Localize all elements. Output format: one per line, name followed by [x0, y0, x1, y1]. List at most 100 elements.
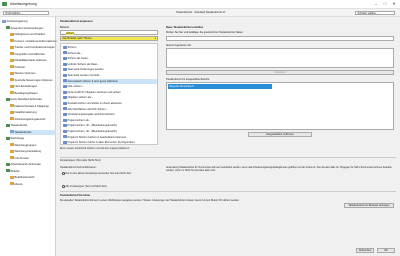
- tree-item[interactable]: Spezielle Neuerungen-Optionen: [10, 78, 56, 84]
- tree-item[interactable]: Fangraffen und Hilfslinien: [10, 52, 56, 58]
- shortcut-row[interactable]: Strg+Alt+Umschalt+S: [168, 84, 272, 89]
- tree-item-label: Pulinoter: [14, 65, 26, 69]
- tree-item-label: Arbeitsbereich-Schemata: [10, 163, 41, 166]
- tree-item-label: Weitere Optionen: [14, 72, 36, 75]
- search-icon: ⌕: [62, 31, 64, 36]
- tree-item[interactable]: Werkzeug-Darstellung: [10, 149, 56, 155]
- command-label: Sichern: [67, 46, 77, 49]
- command-list[interactable]: Sichern Sichern als... Sichern als Kopie..…: [60, 43, 158, 145]
- command-label: Objekten sichern als...: [67, 96, 94, 100]
- command-item[interactable]: Projekt sichern, ID... (Bearbeitungsansi…: [63, 129, 157, 134]
- command-item[interactable]: Teamwork-Änderungen senden: [63, 67, 157, 72]
- minimize-icon[interactable]: –: [372, 1, 380, 7]
- command-item[interactable]: Automatisch sichern & auf Layout platzie…: [63, 78, 157, 84]
- assign-button[interactable]: Zuweisen: [166, 70, 394, 75]
- command-label: Projekt sichern, ID... (Bearbeitungsansi…: [67, 130, 117, 133]
- folder-icon: [6, 136, 10, 140]
- sort-combo[interactable]: Alle Befehle nach Thema ▾: [60, 36, 158, 41]
- command-icon: [63, 85, 67, 88]
- command-icon: [63, 68, 67, 72]
- command-item[interactable]: Alle Oberflächen als DXF sichern...: [63, 107, 157, 112]
- center-combo[interactable]: Tastaturkürzel - Standard Tastaturkürzel…: [155, 11, 245, 16]
- tree-item[interactable]: Arbeitsbereich-Schemata: [6, 162, 56, 168]
- tree-item[interactable]: Tastaturkürzel: [6, 123, 56, 129]
- folder-icon: [10, 65, 14, 69]
- tree-item[interactable]: Anwender-Voreinstellungen: [6, 26, 56, 32]
- new-shortcut-label: Neue Tastaturkürzel erstellen: [166, 26, 204, 29]
- shortcut-entry-field[interactable]: [166, 36, 394, 41]
- radio-unselected[interactable]: [62, 185, 65, 188]
- app-icon: [2, 2, 7, 6]
- command-item[interactable]: Auswahl sichern und Zeilen im Zoom aktiv…: [63, 101, 157, 106]
- command-item[interactable]: Teamwork senden mit Notiz...: [63, 73, 157, 78]
- command-item[interactable]: Neue GUID für Objekten zeichnen und sich…: [63, 90, 157, 95]
- command-description: Einen neuen Ausschnitt sichern und auf d…: [60, 147, 130, 150]
- window-types-description: Anwendung Tastaturkürzel für Text-Fenste…: [166, 166, 392, 173]
- tree-item[interactable]: Weitere Optionen: [10, 71, 56, 77]
- command-item[interactable]: Projekt sichern, ID... (Bearbeitungsansi…: [63, 123, 157, 128]
- tree-item-label: Bestätigungsfragen: [14, 91, 38, 95]
- shortcuts-list[interactable]: Strg+Alt+Umschalt+S: [166, 82, 394, 130]
- tree-item[interactable]: Info-Fenster: [10, 156, 56, 162]
- radio-selected[interactable]: [62, 172, 65, 175]
- command-label: Sichern als...: [67, 51, 83, 55]
- tree-item[interactable]: Reno-Standard-Schemata: [6, 97, 56, 103]
- tree-item[interactable]: Kontext- und Elementinformationen: [10, 39, 57, 45]
- folder-icon: [10, 39, 14, 43]
- profile-combo[interactable]: Profil wählen ...: [3, 10, 49, 15]
- command-item[interactable]: Sichern: [63, 45, 157, 50]
- folder-icon: [10, 58, 14, 62]
- tree-item[interactable]: Arbeitsumgebungsansicht: [10, 117, 56, 123]
- settings-tree: Arbeitsumgebung Anwender-Voreinstellungen…: [0, 17, 57, 256]
- command-item[interactable]: Projekt & Sichern Farben in bearbeitbare…: [63, 135, 157, 140]
- command-icon: [63, 141, 67, 144]
- command-item[interactable]: Sichern als Kopie...: [63, 56, 157, 61]
- command-item[interactable]: Hotlinks Sichern als Datei...: [63, 62, 157, 67]
- command-item[interactable]: Objekten sichern als...: [63, 95, 157, 100]
- new-shortcut-hint: Klicken Sie hier und betätigen die gewün…: [166, 31, 243, 34]
- radio-all-windows[interactable]: Alle Fenstertypen (Text und Nicht-Text): [62, 185, 160, 188]
- switch-combo[interactable]: Schalter wählen ...: [355, 10, 395, 15]
- command-item[interactable]: Sichern als...: [63, 51, 157, 56]
- command-item[interactable]: GDL sichern...: [63, 84, 157, 89]
- tree-item[interactable]: Tracker und Koordinatenanzeigen: [10, 45, 56, 51]
- divider: [60, 191, 396, 192]
- shortcuts-label: Tastaturkürzel für ausgewählte Befehle:: [166, 78, 210, 81]
- tree-item[interactable]: Befehle: [6, 169, 56, 175]
- show-in-browser-button[interactable]: Tastaturkürzel im Browser anzeigen: [344, 203, 394, 208]
- radio-label-2: Alle Fenstertypen (Text und Nicht-Text): [65, 185, 107, 188]
- tree-item[interactable]: Dialogboxen und Paletten: [10, 32, 56, 38]
- command-icon: [63, 113, 67, 116]
- search-input[interactable]: ⌕ sichern: [60, 30, 158, 36]
- folder-icon: [10, 110, 14, 114]
- tree-item[interactable]: Modelldatenbank-Optionen: [10, 58, 56, 64]
- tree-item[interactable]: Detailformatierung: [10, 110, 56, 116]
- tree-item[interactable]: Werkzeuggruppen: [10, 143, 56, 149]
- radio-active-window[interactable]: Nur in dem aktiven Fenstertyp verwender …: [62, 172, 160, 175]
- tree-item-label: Fangraffen und Hilfslinien: [14, 52, 45, 56]
- command-item[interactable]: Projekt & Sichern Farbe in allen Element…: [63, 140, 157, 144]
- tree-item-label: Arbeitsumgebungsansicht: [14, 117, 46, 121]
- ok-button[interactable]: OK: [377, 248, 395, 253]
- command-item[interactable]: Veränderungsausgabe speichern/sichern: [63, 112, 157, 117]
- command-label: Alle Oberflächen als DXF sichern...: [67, 107, 108, 111]
- tree-item[interactable]: Menüs: [10, 182, 56, 188]
- tree-item[interactable]: Dateinschemata & Mappings: [10, 104, 56, 110]
- cancel-button[interactable]: Abbrechen: [356, 248, 374, 253]
- tree-item[interactable]: Pulinoter: [10, 65, 56, 71]
- tree-item[interactable]: Arbeitsumgebung: [2, 19, 56, 25]
- remove-button[interactable]: Ausgewähltes entfernen: [248, 132, 312, 137]
- command-icon: [63, 135, 67, 139]
- close-icon[interactable]: ✕: [390, 1, 398, 7]
- tree-item[interactable]: Netz-Einstellungen: [10, 84, 56, 90]
- tree-item[interactable]: Tastaturkürzel: [10, 129, 56, 135]
- tree-item[interactable]: Werkzeuge: [6, 136, 56, 142]
- folder-icon: [10, 130, 14, 134]
- search-value: sichern: [66, 31, 75, 35]
- tree-item[interactable]: Bestätigungsfragen: [10, 91, 56, 97]
- main-panel: Tastaturkürzel anpassen Befehle ⌕ sicher…: [58, 17, 398, 247]
- tree-item[interactable]: Befehlsübersicht: [10, 175, 56, 181]
- tree-item-label: Werkzeuge: [10, 137, 25, 140]
- command-item[interactable]: Projekt sichern als...: [63, 118, 157, 123]
- maximize-icon[interactable]: □: [381, 1, 389, 7]
